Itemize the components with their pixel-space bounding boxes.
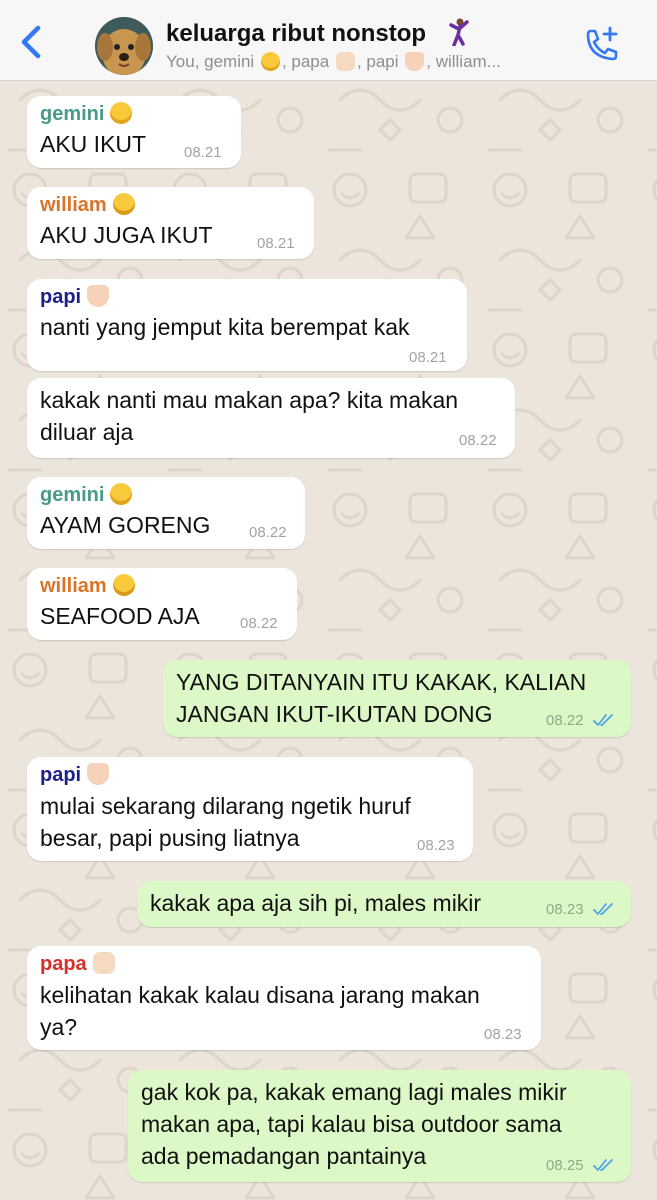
message-bubble-incoming[interactable]: gemini AKU IKUT 08.21 (27, 96, 241, 168)
message-time: 08.22 (249, 524, 287, 541)
message-time: 08.23 (484, 1026, 522, 1043)
members-text-2: , papa (281, 52, 334, 71)
message-text: gak kok pa, kakak emang lagi males mikir… (141, 1079, 567, 1169)
message-time: 08.21 (184, 144, 222, 161)
message-text: AKU IKUT (40, 131, 147, 157)
message-bubble-incoming[interactable]: papa kelihatan kakak kalau disana jarang… (27, 946, 541, 1050)
message-text: mulai sekarang dilarang ngetik huruf bes… (40, 793, 411, 851)
grinning-face-icon (110, 102, 133, 124)
heart-hands-icon (405, 52, 425, 71)
sender-name[interactable]: william (40, 574, 135, 598)
message-bubble-outgoing[interactable]: kakak apa aja sih pi, males mikir 08.23 (137, 881, 631, 927)
message-text: kakak nanti mau makan apa? kita makan di… (40, 387, 459, 445)
group-name[interactable]: keluarga ribut nonstop (166, 20, 426, 48)
message-time: 08.22 (240, 615, 278, 632)
message-time: 08.23 (417, 837, 455, 854)
sleepy-face-icon (112, 574, 135, 596)
message-time: 08.23 (546, 901, 584, 918)
message-text: AKU JUGA IKUT (40, 222, 213, 248)
phone-plus-icon (586, 26, 618, 61)
message-bubble-outgoing[interactable]: gak kok pa, kakak emang lagi males mikir… (128, 1070, 631, 1182)
chevron-left-icon (21, 25, 41, 59)
members-text-3: , papi (356, 52, 404, 71)
sender-name[interactable]: papi (40, 285, 110, 309)
message-time: 08.22 (546, 712, 584, 729)
message-text: kakak apa aja sih pi, males mikir (150, 890, 482, 916)
grinning-face-icon (110, 483, 133, 505)
raised-fist-icon (92, 952, 115, 974)
message-bubble-incoming[interactable]: papi nanti yang jemput kita berempat kak… (27, 279, 467, 371)
sender-name[interactable]: papa (40, 952, 115, 976)
raised-fist-icon (335, 52, 355, 71)
grinning-face-icon (260, 52, 280, 71)
message-bubble-incoming[interactable]: papi mulai sekarang dilarang ngetik huru… (27, 757, 473, 861)
back-button[interactable] (14, 22, 48, 62)
group-avatar[interactable] (95, 17, 153, 75)
heart-hands-icon (87, 763, 110, 785)
heart-hands-icon (87, 285, 110, 307)
sender-name[interactable]: gemini (40, 102, 133, 126)
sender-name[interactable]: william (40, 193, 135, 217)
members-text-4: , william... (426, 52, 501, 71)
message-time: 08.21 (409, 349, 447, 366)
message-text: nanti yang jemput kita berempat kak (40, 314, 410, 340)
message-bubble-incoming[interactable]: william SEAFOOD AJA 08.22 (27, 568, 297, 640)
dog-avatar-icon (95, 17, 153, 75)
message-text: AYAM GORENG (40, 512, 211, 538)
message-text: YANG DITANYAIN ITU KAKAK, KALIAN JANGAN … (176, 669, 587, 727)
message-time: 08.21 (257, 235, 295, 252)
message-text: kelihatan kakak kalau disana jarang maka… (40, 982, 480, 1040)
sender-name[interactable]: papi (40, 763, 110, 787)
group-members[interactable]: You, gemini , papa , papi , william... (166, 52, 566, 72)
message-bubble-incoming[interactable]: gemini AYAM GORENG 08.22 (27, 477, 305, 549)
message-time: 08.22 (459, 432, 497, 449)
read-receipt-icon (593, 903, 613, 915)
message-bubble-outgoing[interactable]: YANG DITANYAIN ITU KAKAK, KALIAN JANGAN … (163, 660, 631, 737)
sleepy-face-icon (112, 193, 135, 215)
man-dancing-icon (449, 18, 469, 46)
message-bubble-incoming[interactable]: william AKU JUGA IKUT 08.21 (27, 187, 314, 259)
read-receipt-icon (593, 1159, 613, 1171)
add-call-button[interactable] (580, 24, 622, 66)
read-receipt-icon (593, 714, 613, 726)
members-text-1: You, gemini (166, 52, 259, 71)
message-text: SEAFOOD AJA (40, 603, 200, 629)
message-bubble-incoming[interactable]: kakak nanti mau makan apa? kita makan di… (27, 378, 515, 458)
message-time: 08.25 (546, 1157, 584, 1174)
sender-name[interactable]: gemini (40, 483, 133, 507)
chat-header: keluarga ribut nonstop You, gemini , pap… (0, 0, 657, 81)
